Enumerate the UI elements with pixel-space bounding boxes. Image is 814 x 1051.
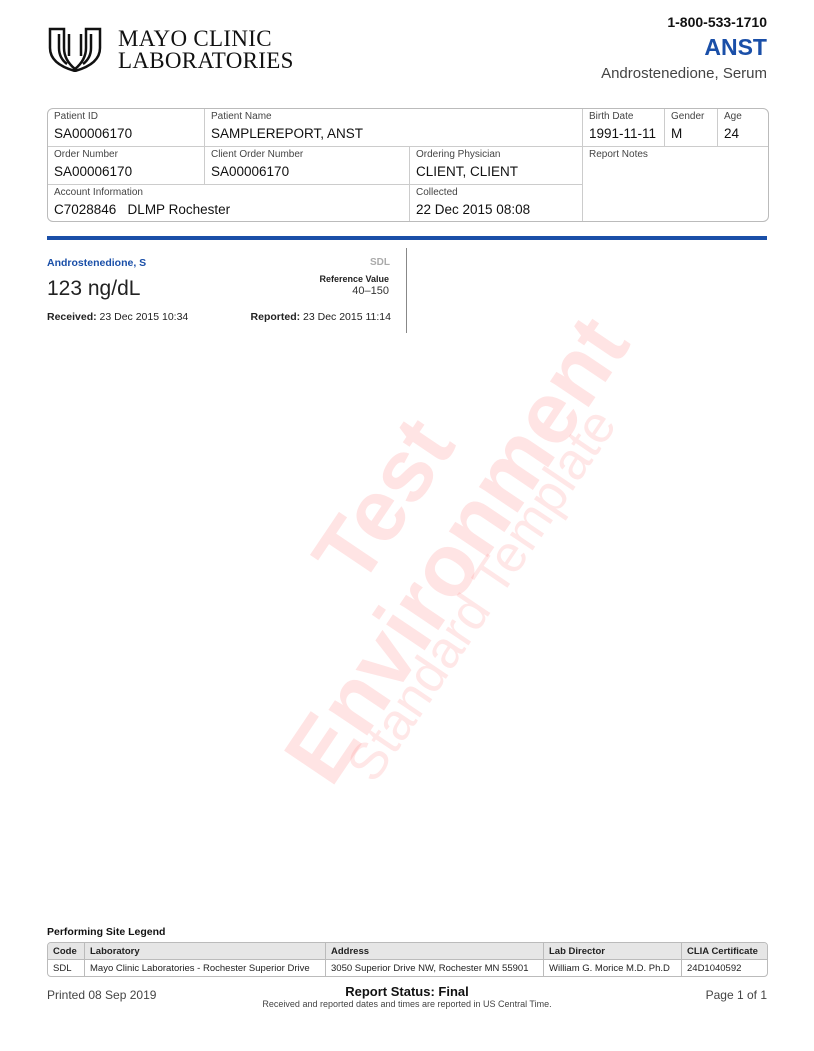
reference-label: Reference Value — [319, 274, 389, 284]
patient-info-box: Patient ID SA00006170 Patient Name SAMPL… — [47, 108, 769, 222]
legend-header-code: Code — [48, 943, 85, 960]
result-site-code: SDL — [370, 257, 390, 268]
logo-line1: MAYO CLINIC — [118, 26, 272, 51]
patient-id-label: Patient ID — [54, 111, 98, 122]
ordering-physician: CLIENT, CLIENT — [416, 164, 519, 179]
legend-header-address: Address — [325, 943, 544, 960]
legend-cell-code: SDL — [48, 959, 85, 976]
legend-header-row: Code Laboratory Address Lab Director CLI… — [48, 943, 767, 960]
legend-header-laboratory: Laboratory — [84, 943, 326, 960]
patient-id: SA00006170 — [54, 126, 133, 141]
received-value: 23 Dec 2015 10:34 — [99, 311, 189, 323]
legend-header-director: Lab Director — [543, 943, 682, 960]
mayo-logo: MAYO CLINIC LABORATORIES — [47, 26, 307, 72]
test-name: Androstenedione, Serum — [601, 65, 767, 82]
section-divider — [47, 236, 767, 240]
legend-cell-director: William G. Morice M.D. Ph.D — [543, 959, 682, 976]
logo-line2: LABORATORIES — [118, 48, 294, 73]
reported-label: Reported: — [250, 311, 301, 323]
reported-value: 23 Dec 2015 11:14 — [303, 311, 391, 323]
result-divider — [406, 248, 407, 333]
age-label: Age — [724, 111, 742, 122]
logo-text: MAYO CLINIC LABORATORIES — [118, 26, 294, 73]
order-number-label: Order Number — [54, 149, 118, 160]
birth-date-label: Birth Date — [589, 111, 634, 122]
test-code: ANST — [704, 34, 767, 60]
result-value: 123 ng/dL — [47, 277, 141, 300]
client-order-number: SA00006170 — [211, 164, 290, 179]
patient-name: SAMPLEREPORT, ANST — [211, 126, 364, 141]
report-notes-label: Report Notes — [589, 149, 648, 160]
result-test-name: Androstenedione, S — [47, 257, 147, 269]
legend-table: Code Laboratory Address Lab Director CLI… — [47, 942, 768, 977]
order-number: SA00006170 — [54, 164, 133, 179]
gender: M — [671, 126, 683, 141]
birth-date: 1991-11-11 — [589, 126, 657, 141]
legend-cell-laboratory: Mayo Clinic Laboratories - Rochester Sup… — [84, 959, 326, 976]
collected-date: 22 Dec 2015 08:08 — [416, 202, 531, 217]
account-label: Account Information — [54, 187, 143, 198]
legend-title: Performing Site Legend — [47, 926, 166, 938]
page-number: Page 1 of 1 — [705, 988, 767, 1002]
timezone-note: Received and reported dates and times ar… — [262, 999, 552, 1009]
legend-cell-address: 3050 Superior Drive NW, Rochester MN 559… — [325, 959, 544, 976]
received-label: Received: — [47, 311, 97, 323]
report-status: Report Status: Final — [345, 984, 469, 999]
received-date: Received: 23 Dec 2015 10:34 — [47, 311, 188, 323]
legend-cell-clia: 24D1040592 — [681, 959, 767, 976]
mayo-shield-icon — [48, 27, 102, 72]
physician-label: Ordering Physician — [416, 149, 501, 160]
reference-value: 40–150 — [352, 285, 389, 297]
phone-number: 1-800-533-1710 — [667, 14, 767, 30]
client-order-label: Client Order Number — [211, 149, 304, 160]
age: 24 — [724, 126, 740, 141]
legend-header-clia: CLIA Certificate — [681, 943, 767, 960]
reported-date: Reported: 23 Dec 2015 11:14 — [251, 311, 391, 323]
account-info: C7028846 DLMP Rochester — [54, 202, 231, 217]
table-row: SDL Mayo Clinic Laboratories - Rochester… — [48, 959, 767, 976]
collected-label: Collected — [416, 187, 458, 198]
patient-name-label: Patient Name — [211, 111, 272, 122]
gender-label: Gender — [671, 111, 705, 122]
